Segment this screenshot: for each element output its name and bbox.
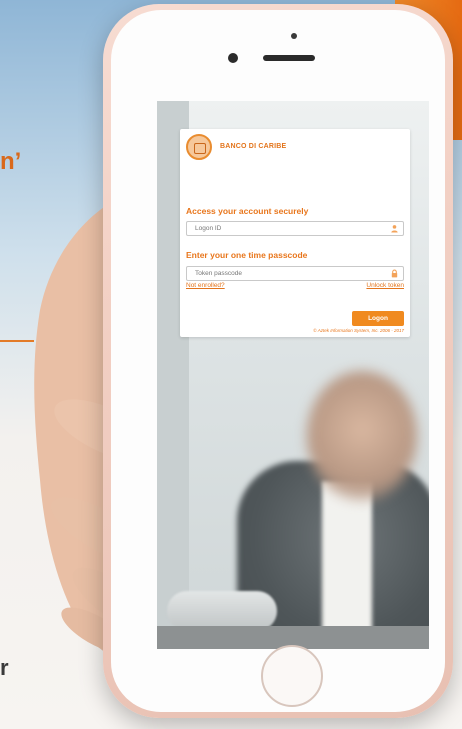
earpiece-icon — [263, 55, 315, 61]
user-icon — [391, 225, 398, 233]
token-passcode-field[interactable] — [186, 266, 404, 281]
not-enrolled-link[interactable]: Not enrolled? — [186, 282, 225, 289]
passcode-section-title: Enter your one time passcode — [186, 250, 308, 260]
screen-background-face — [307, 371, 417, 501]
phone-screen: BANCO DI CARIBE Access your account secu… — [157, 101, 429, 649]
home-button[interactable] — [261, 645, 323, 707]
logon-button[interactable]: Logon — [352, 311, 404, 326]
phone-device: BANCO DI CARIBE Access your account secu… — [103, 4, 453, 718]
lock-icon — [391, 269, 398, 278]
brand-name: BANCO DI CARIBE — [220, 143, 287, 150]
background-headline-fragment: n’ — [0, 148, 22, 175]
account-section-title: Access your account securely — [186, 206, 309, 216]
phone-face: BANCO DI CARIBE Access your account secu… — [111, 10, 445, 712]
copyright-text: © Aztek Information System, Inc. 2006 - … — [313, 328, 404, 333]
unlock-token-link[interactable]: Unlock token — [366, 282, 404, 289]
screen-background-shirt — [322, 481, 372, 649]
proximity-sensor-icon — [291, 33, 297, 39]
bank-logo-icon — [186, 134, 212, 160]
token-passcode-input[interactable] — [187, 267, 391, 280]
front-camera-icon — [228, 53, 238, 63]
login-card: BANCO DI CARIBE Access your account secu… — [180, 129, 410, 337]
logon-id-input[interactable] — [187, 222, 391, 235]
screen-background-paper-rolls — [167, 591, 277, 631]
logon-id-field[interactable] — [186, 221, 404, 236]
background-footer-fragment: r — [0, 655, 9, 680]
